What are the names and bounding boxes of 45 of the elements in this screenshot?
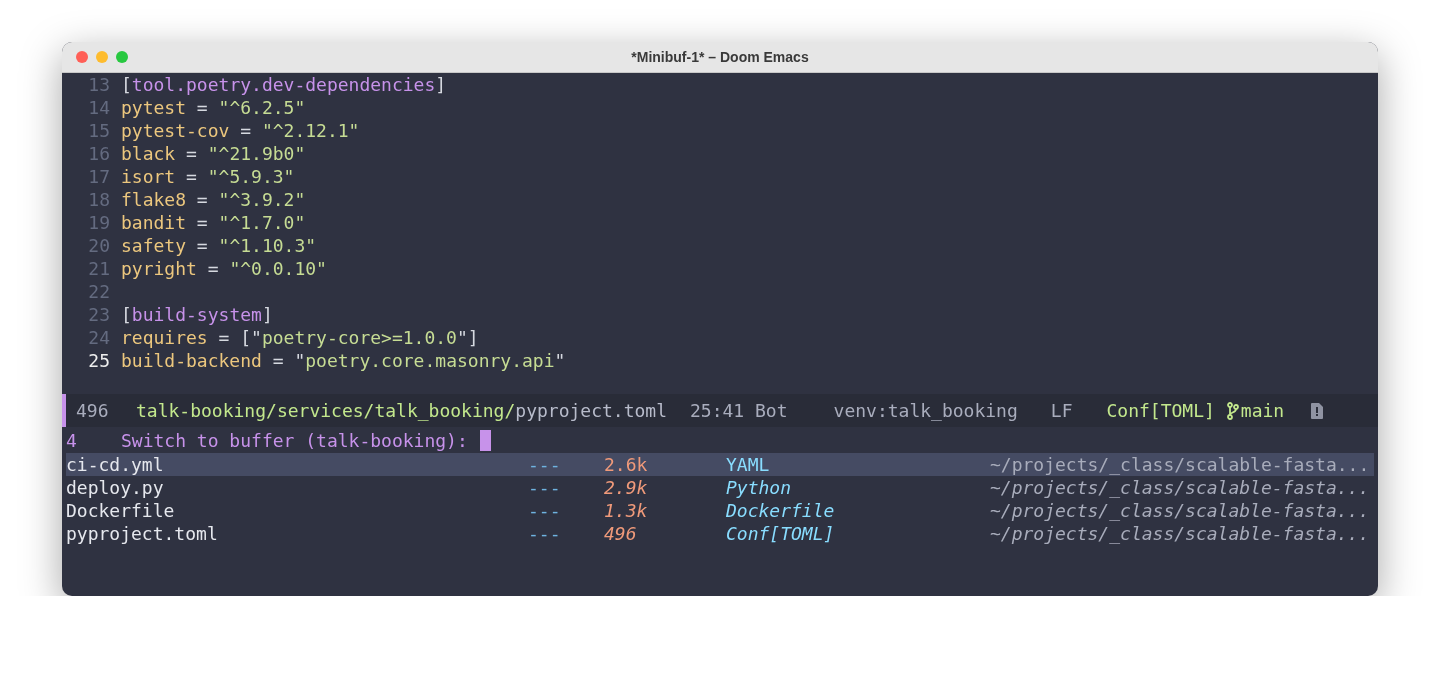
- code-line: [tool.poetry.dev-dependencies]: [121, 73, 447, 96]
- major-mode: Conf[TOML]: [1106, 400, 1215, 421]
- buffer-candidate[interactable]: deploy.py --- 2.9k Python ~/projects/_class/scalable-fasta...: [66, 476, 1374, 499]
- line-number: 16: [87, 142, 111, 165]
- buffer-candidate[interactable]: Dockerfile --- 1.3k Dockerfile ~/projects/_class/scalable-fasta...: [66, 499, 1374, 522]
- code-line: bandit = "^1.7.0": [121, 211, 306, 234]
- code-line: pytest = "^6.2.5": [121, 96, 306, 119]
- line-number: 17: [87, 165, 111, 188]
- candidate-count: 4: [66, 429, 78, 451]
- minimize-button[interactable]: [96, 51, 108, 63]
- line-number: 20: [87, 234, 111, 257]
- line-number: 18: [87, 188, 111, 211]
- code-line: pytest-cov = "^2.12.1": [121, 119, 360, 142]
- text-cursor: [479, 429, 491, 451]
- file-path: talk-booking/services/talk_booking/pyproject.toml: [136, 400, 667, 421]
- line-ending: LF: [1050, 400, 1073, 421]
- line-number: 13: [87, 73, 111, 96]
- code-line: requires = ["poetry-core>=1.0.0"]: [121, 326, 479, 349]
- line-number: 24: [87, 326, 111, 349]
- document-icon: [1310, 401, 1325, 420]
- buffer-candidate[interactable]: pyproject.toml --- 496 Conf[TOML] ~/projects/_class/scalable-fasta...: [66, 522, 1374, 545]
- line-number: 23: [87, 303, 111, 326]
- zoom-button[interactable]: [116, 51, 128, 63]
- close-button[interactable]: [76, 51, 88, 63]
- line-number: 21: [87, 257, 111, 280]
- code-line: [build-system]: [121, 303, 273, 326]
- buffer-candidate[interactable]: ci-cd.yml --- 2.6k YAML ~/projects/_class/scalable-fasta...: [66, 453, 1374, 476]
- code-line: build-backend = "poetry.core.masonry.api": [121, 349, 566, 372]
- line-number: 15: [87, 119, 111, 142]
- venv-label: venv:talk_booking: [833, 400, 1018, 421]
- line-number: 22: [87, 280, 111, 303]
- line-number: 14: [87, 96, 111, 119]
- git-branch: main: [1240, 400, 1285, 421]
- code-line: safety = "^1.10.3": [121, 234, 317, 257]
- buffer-size: 496: [76, 400, 110, 421]
- code-line: black = "^21.9b0": [121, 142, 306, 165]
- prompt-text: Switch to buffer (talk-booking):: [121, 429, 468, 451]
- code-line: flake8 = "^3.9.2": [121, 188, 306, 211]
- line-number: 19: [87, 211, 111, 234]
- cursor-position: 25:41 Bot: [690, 400, 788, 421]
- code-line: pyright = "^0.0.10": [121, 257, 327, 280]
- branch-icon: [1226, 401, 1239, 420]
- code-line: isort = "^5.9.3": [121, 165, 295, 188]
- line-number: 25: [87, 349, 111, 372]
- window-title: *Minibuf-1* – Doom Emacs: [631, 49, 809, 65]
